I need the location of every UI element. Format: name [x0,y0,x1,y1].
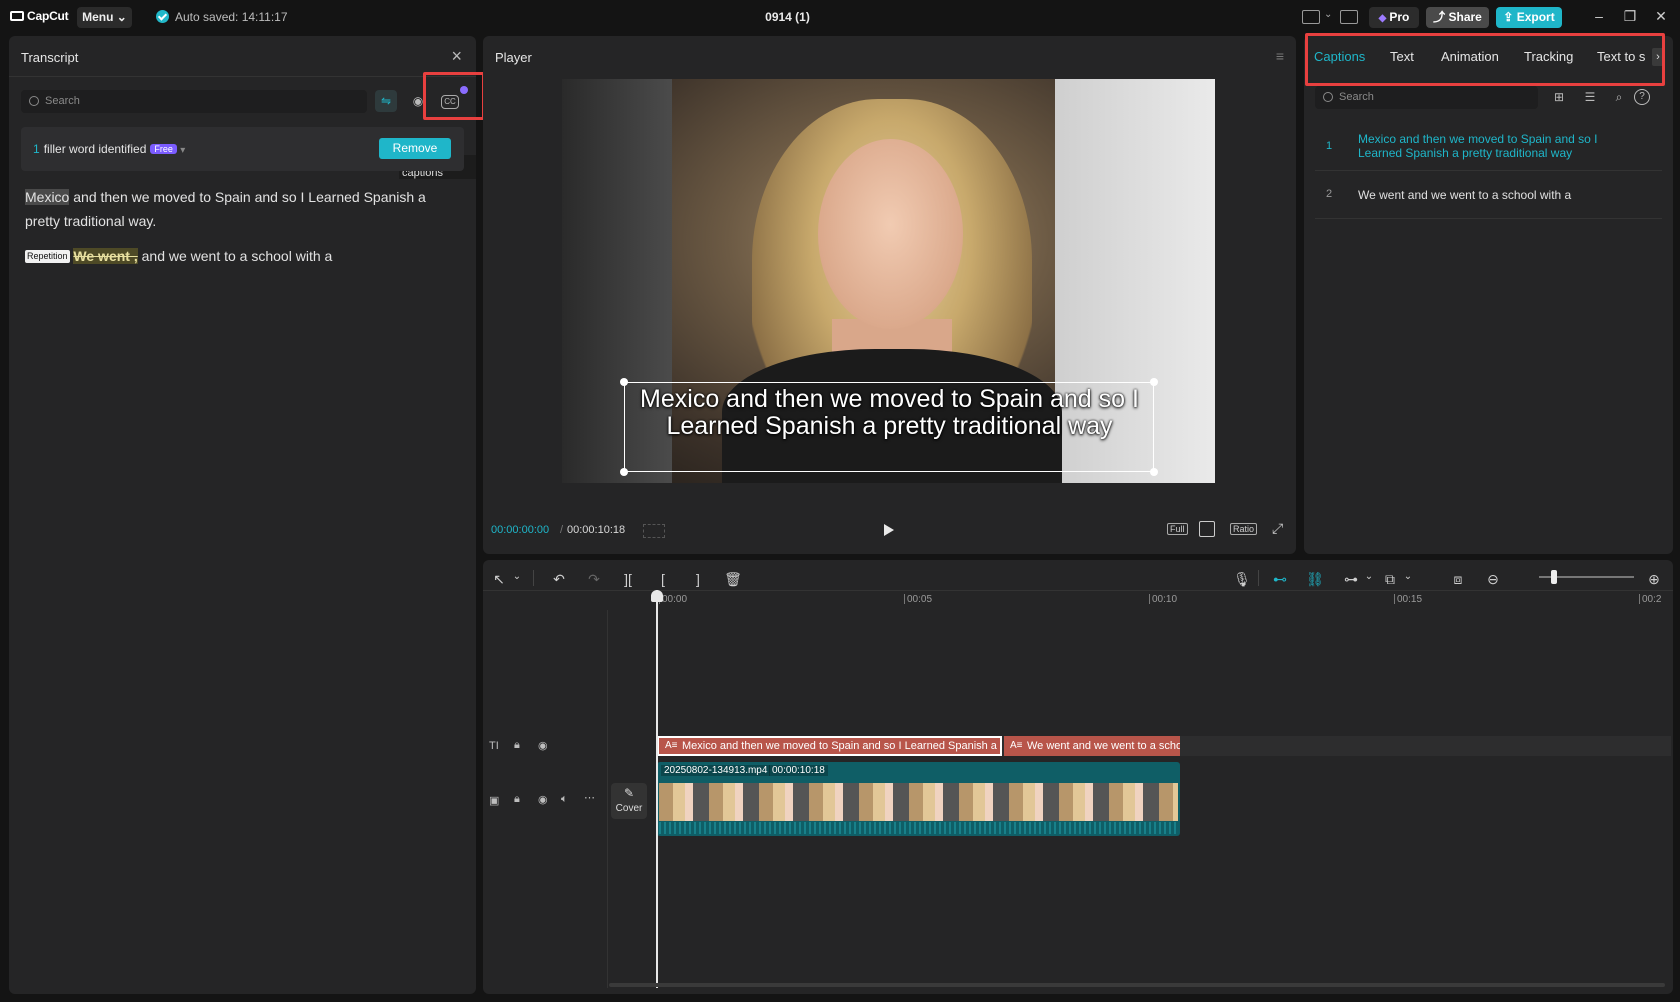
layout-icon[interactable] [1302,10,1320,24]
timeline-panel: ↖ ⌄ ↶ ↷ ][ [ ] 🗑 🎙 ⊷ ⛓ ⊶ ⌄ ⧉ ⌄ ⧈ ⊖ ⊕ 00:… [483,560,1673,994]
help-icon[interactable]: ? [1634,89,1650,105]
play-icon[interactable] [884,524,894,536]
audio-waveform [659,822,1178,834]
video-track-icon: ▣ [489,795,500,807]
ruler-label: 00:2 [1638,594,1662,605]
fullscreen-icon[interactable]: ⤢ [1272,520,1283,537]
transcript-paragraph-2[interactable]: Repetition We went , and we went to a sc… [25,244,445,268]
caption-overlay-text[interactable]: Mexico and then we moved to Spain and so… [617,386,1162,440]
playhead[interactable] [651,590,663,988]
redo-icon[interactable]: ↷ [584,571,604,588]
close-window-icon[interactable]: ✕ [1651,8,1671,25]
caption-clip-1[interactable]: Mexico and then we moved to Spain and so… [657,736,1002,756]
ruler-label: 00:00 [658,594,688,605]
full-quality-button[interactable]: Full [1167,523,1188,535]
pro-button[interactable]: Pro [1369,7,1419,28]
filler-word-notice: 1 filler word identified Free ▾ Remove [21,127,464,171]
video-clip-duration: 00:00:10:18 [769,765,828,776]
resize-handle[interactable] [620,468,628,476]
caption-find-icon[interactable]: ⌕ [1608,86,1630,108]
transcript-paragraph-1[interactable]: Mexico and then we moved to Spain and so… [25,185,445,233]
magnet-link-icon[interactable]: ⊷ [1270,571,1290,588]
ratio-button[interactable]: Ratio [1230,523,1258,535]
horizontal-scrollbar[interactable] [609,983,1665,987]
undo-icon[interactable]: ↶ [549,571,569,588]
tabs-highlight-box [1305,33,1665,86]
preview-axis-icon[interactable]: ⧉ [1380,571,1400,588]
zoom-in-icon[interactable]: ⊕ [1644,571,1664,588]
visibility-icon[interactable]: ◉ [538,793,548,806]
ruler-label: 00:15 [1393,594,1423,605]
visibility-icon[interactable]: ◉ [538,739,548,752]
timecode-grid-icon[interactable] [643,524,665,538]
resize-handle[interactable] [620,378,628,386]
caption-sort-icon[interactable]: ☰ [1579,86,1601,108]
filter-icon[interactable]: ⇋ [375,90,397,112]
caption-clip-2[interactable]: We went and we went to a school with a [1004,736,1180,756]
ruler-label: 00:05 [903,594,933,605]
highlight-box [423,72,485,120]
share-button[interactable]: ⤴ Share [1426,7,1489,28]
transcript-search-input[interactable]: Search [21,90,367,113]
project-title: 0914 (1) [765,10,810,24]
lock-icon[interactable]: 🔒︎ [514,739,520,752]
total-time: 00:00:10:18 [567,524,626,536]
player-menu-icon[interactable]: ≡ [1276,48,1284,64]
fit-timeline-icon[interactable]: ⧈ [1448,571,1468,588]
zoom-out-icon[interactable]: ⊖ [1483,571,1503,588]
player-title: Player [495,50,532,65]
export-button[interactable]: ⇪ Export [1496,7,1562,28]
trim-left-icon[interactable]: [ [653,571,673,587]
current-time: 00:00:00:00 [491,524,550,536]
transcript-panel: Transcript × Search ⇋ ◉ CC Generate capt… [9,36,485,994]
select-tool-icon[interactable]: ↖ [489,571,509,588]
player-panel: Player ≡ Mexico and then we moved to Spa… [483,36,1296,554]
more-icon[interactable]: ⋯ [584,791,595,804]
repeated-words[interactable]: We went , [73,248,138,264]
title-bar: CapCut Menu ⌄ Auto saved: 14:11:17 0914 … [0,0,1680,34]
free-badge: Free [150,144,177,154]
video-clip-name: 20250802-134913.mp4 [661,765,771,776]
link-dropdown-icon[interactable]: ⌄ [1359,571,1379,582]
zoom-fit-icon[interactable] [1199,521,1215,537]
chevron-down-icon[interactable]: ▾ [180,145,185,156]
ruler-label: 00:10 [1148,594,1178,605]
caption-add-icon[interactable]: ⊞ [1548,86,1570,108]
restore-icon[interactable]: ❐ [1620,8,1640,25]
microphone-icon[interactable]: 🎙 [1232,571,1252,588]
text-track-icon: TI [489,740,499,752]
filler-text: 1 filler word identified Free ▾ [33,142,186,156]
link-icon[interactable]: ⊶ [1341,571,1361,588]
cover-button[interactable]: Cover [611,783,647,819]
lock-icon[interactable]: 🔒︎ [514,793,520,806]
shortcut-icon[interactable] [1340,10,1358,24]
audio-icon[interactable]: 🔈︎ [561,793,568,806]
repetition-tag: Repetition [25,250,70,263]
remove-button[interactable]: Remove [379,138,451,159]
minimize-icon[interactable]: – [1589,8,1609,24]
caption-list-item[interactable]: 1 Mexico and then we moved to Spain and … [1315,124,1662,171]
video-thumbnails [659,783,1178,821]
auto-snap-icon[interactable]: ⛓ [1305,571,1325,588]
layout-dropdown-icon[interactable]: ⌄ [1324,9,1332,20]
captions-search-input[interactable]: Search [1315,86,1538,109]
delete-icon[interactable]: 🗑 [723,571,743,588]
video-clip[interactable]: 20250802-134913.mp4 00:00:10:18 [657,762,1180,836]
transcript-title: Transcript [21,50,79,65]
caption-list-item[interactable]: 2 We went and we went to a school with a [1315,172,1662,219]
split-icon[interactable]: ][ [618,571,638,587]
zoom-slider-knob[interactable] [1551,570,1557,584]
properties-panel: Captions Text Animation Tracking Text to… [1304,33,1673,554]
preview-dropdown-icon[interactable]: ⌄ [1398,571,1418,582]
divider [9,76,476,77]
time-separator: / [560,524,564,536]
resize-handle[interactable] [1150,378,1158,386]
trim-right-icon[interactable]: ] [688,571,708,587]
select-dropdown-icon[interactable]: ⌄ [507,571,527,582]
close-icon[interactable]: × [451,46,462,67]
resize-handle[interactable] [1150,468,1158,476]
